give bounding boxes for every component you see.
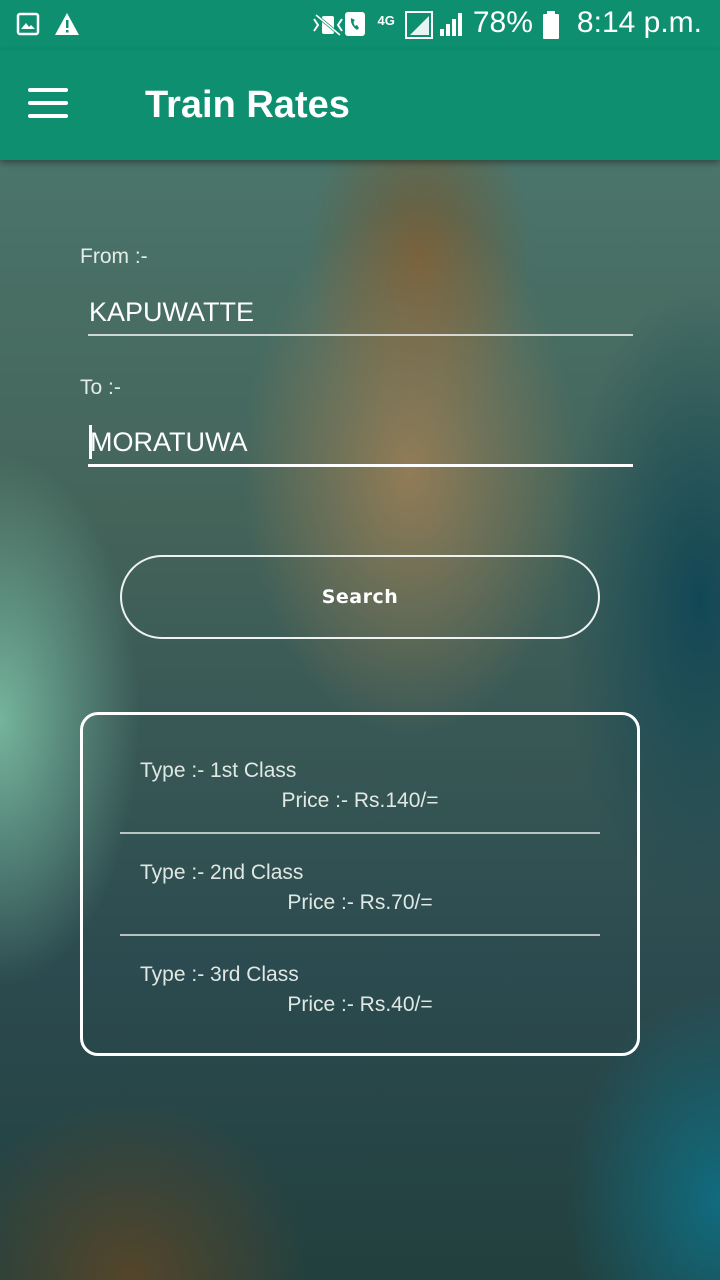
battery-percent: 78% <box>472 6 533 39</box>
search-button[interactable]: Search <box>120 555 600 639</box>
background-image <box>0 0 720 1280</box>
rate-price-2: Price :- Rs.70/= <box>287 891 433 914</box>
from-value: KAPUWATTE <box>89 297 255 327</box>
signal-icon <box>404 11 433 39</box>
page-title: Train Rates <box>145 84 350 126</box>
hamburger-icon[interactable] <box>28 88 68 118</box>
rate-type-1: Type :- 1st Class <box>140 759 297 782</box>
to-field[interactable]: MORATUWA <box>88 420 633 467</box>
image-icon <box>16 12 40 36</box>
vibrate-icon <box>310 11 343 37</box>
to-value: MORATUWA <box>90 427 248 457</box>
to-label: To :- <box>80 376 121 399</box>
rate-price-3: Price :- Rs.40/= <box>287 993 433 1016</box>
warning-icon <box>54 12 79 36</box>
divider <box>120 832 600 834</box>
text-cursor <box>89 424 92 459</box>
status-bar: 4G 78% 8:14 p.m. <box>0 0 720 50</box>
from-label: From :- <box>80 245 148 268</box>
rate-price-1: Price :- Rs.140/= <box>281 789 439 812</box>
clock: 8:14 p.m. <box>576 6 702 39</box>
app-bar: Train Rates <box>0 50 720 160</box>
call-icon <box>344 11 368 36</box>
divider <box>120 934 600 936</box>
rates-card: Type :- 1st Class Price :- Rs.140/= Type… <box>80 712 640 1056</box>
network-type: 4G <box>377 12 395 28</box>
signal-strength-icon <box>439 11 463 36</box>
rate-type-3: Type :- 3rd Class <box>140 963 299 986</box>
rate-type-2: Type :- 2nd Class <box>140 861 304 884</box>
battery-icon <box>542 11 567 39</box>
from-field[interactable]: KAPUWATTE <box>88 290 633 336</box>
